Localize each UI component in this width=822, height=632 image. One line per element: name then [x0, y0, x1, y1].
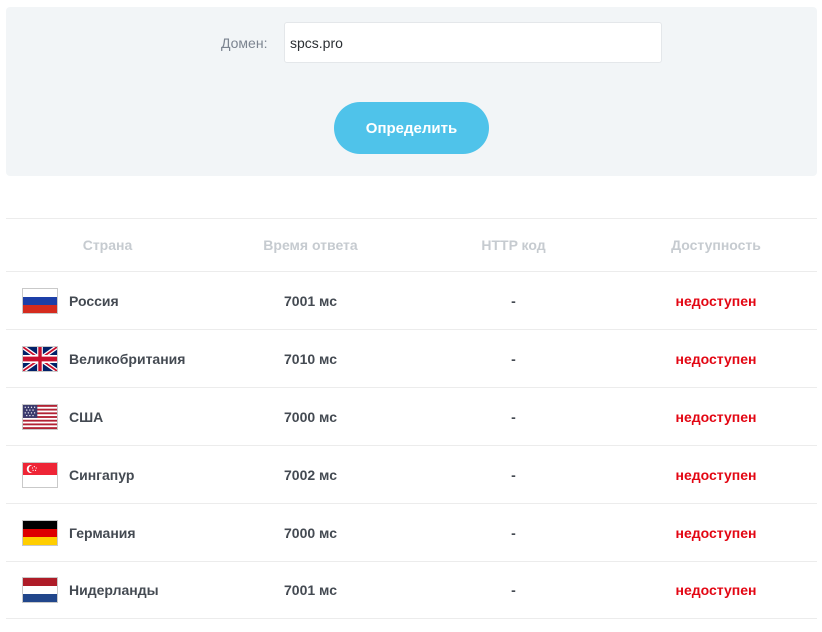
country-cell: Нидерланды — [6, 562, 209, 618]
domain-check-form: Домен: Определить — [6, 7, 817, 176]
availability-status: недоступен — [675, 292, 757, 309]
country-name: Россия — [69, 292, 119, 309]
http-code: - — [511, 582, 516, 598]
country-name: Нидерланды — [69, 582, 159, 598]
http-code: - — [511, 350, 516, 367]
table-row: США 7000 мс - недоступен — [6, 387, 817, 445]
country-cell: США — [6, 388, 209, 445]
table-header: Страна Время ответа HTTP код Доступность — [6, 218, 817, 271]
availability-status: недоступен — [675, 466, 757, 483]
domain-input[interactable] — [284, 22, 662, 63]
availability-status: недоступен — [675, 524, 757, 541]
http-code: - — [511, 524, 516, 541]
header-availability: Доступность — [671, 237, 761, 253]
country-cell: Германия — [6, 504, 209, 561]
availability-status: недоступен — [675, 582, 757, 598]
response-time: 7001 мс — [284, 292, 337, 309]
results-table: Страна Время ответа HTTP код Доступность… — [6, 218, 817, 619]
country-cell: Россия — [6, 272, 209, 329]
uk-flag-icon — [22, 345, 58, 372]
table-row: Россия 7001 мс - недоступен — [6, 271, 817, 329]
singapore-flag-icon — [22, 461, 58, 488]
table-row: Нидерланды 7001 мс - недоступен — [6, 561, 817, 619]
table-row: Великобритания 7010 мс - недоступен — [6, 329, 817, 387]
http-code: - — [511, 408, 516, 425]
response-time: 7010 мс — [284, 350, 337, 367]
country-name: Сингапур — [69, 466, 135, 483]
header-http-code: HTTP код — [481, 237, 546, 253]
country-name: Германия — [69, 524, 136, 541]
http-code: - — [511, 292, 516, 309]
domain-label: Домен: — [221, 35, 268, 51]
response-time: 7001 мс — [284, 582, 337, 598]
determine-button[interactable]: Определить — [334, 102, 489, 154]
country-name: Великобритания — [69, 350, 186, 367]
netherlands-flag-icon — [22, 577, 58, 603]
response-time: 7000 мс — [284, 408, 337, 425]
russia-flag-icon — [22, 287, 58, 314]
http-code: - — [511, 466, 516, 483]
header-country: Страна — [82, 237, 133, 253]
germany-flag-icon — [22, 519, 58, 546]
availability-status: недоступен — [675, 408, 757, 425]
country-cell: Сингапур — [6, 446, 209, 503]
country-cell: Великобритания — [6, 330, 209, 387]
header-response-time: Время ответа — [263, 237, 358, 253]
table-row: Германия 7000 мс - недоступен — [6, 503, 817, 561]
response-time: 7000 мс — [284, 524, 337, 541]
usa-flag-icon — [22, 403, 58, 430]
response-time: 7002 мс — [284, 466, 337, 483]
availability-status: недоступен — [675, 350, 757, 367]
table-row: Сингапур 7002 мс - недоступен — [6, 445, 817, 503]
country-name: США — [69, 408, 104, 425]
